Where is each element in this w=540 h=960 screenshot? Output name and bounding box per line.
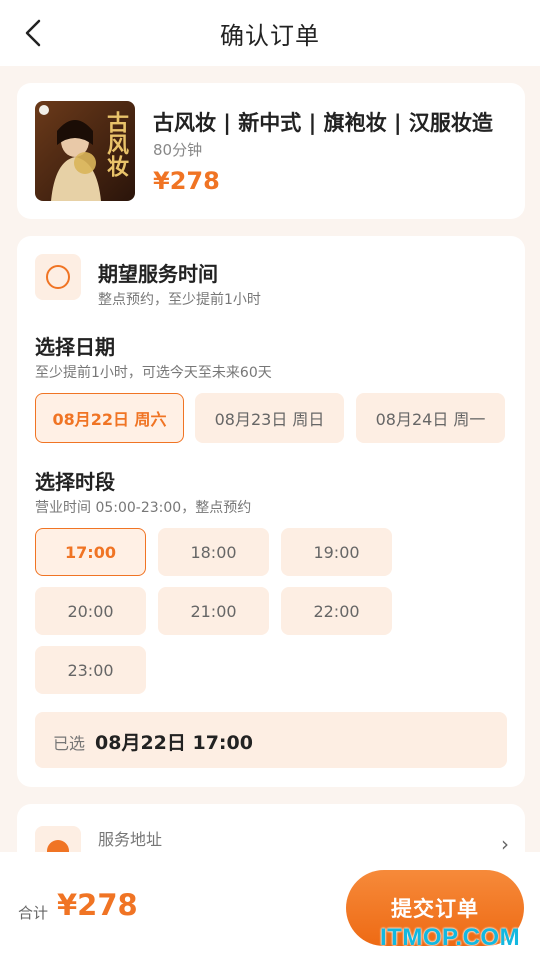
product-duration: 80分钟 <box>153 141 203 159</box>
time-slot-chip[interactable]: 20:00 <box>35 587 146 635</box>
time-slot-chip[interactable]: 19:00 <box>281 528 392 576</box>
product-thumbnail: 古风妆 <box>35 101 135 201</box>
total-amount: ¥278 <box>57 888 138 922</box>
selected-prefix: 已选 <box>53 734 86 753</box>
time-slot-chip[interactable]: 23:00 <box>35 646 146 694</box>
date-chip[interactable]: 08月24日 周一 <box>356 393 505 443</box>
date-chip[interactable]: 08月22日 周六 <box>35 393 184 443</box>
selected-value: 08月22日 17:00 <box>95 732 253 754</box>
slot-label: 选择时段 <box>35 470 115 494</box>
clock-ring-icon <box>35 254 81 300</box>
product-name: 古风妆 | 新中式 | 旗袍妆 | 汉服妆造 <box>153 111 493 135</box>
address-label: 服务地址 <box>98 830 163 849</box>
chevron-left-icon <box>25 19 41 47</box>
section-subtitle: 整点预约，至少提前1小时 <box>98 292 261 308</box>
time-slot-chip[interactable]: 21:00 <box>158 587 269 635</box>
slot-hint: 营业时间 05:00-23:00，整点预约 <box>35 500 252 516</box>
time-slot-chip[interactable]: 17:00 <box>35 528 146 576</box>
selected-time-summary: 已选 08月22日 17:00 <box>35 712 507 768</box>
top-bar: 确认订单 <box>0 0 540 66</box>
service-time-card: 期望服务时间 整点预约，至少提前1小时 选择日期 至少提前1小时，可选今天至未来… <box>17 236 525 787</box>
thumbnail-calligraphy: 古风妆 <box>103 111 129 177</box>
time-slot-chip[interactable]: 18:00 <box>158 528 269 576</box>
section-title: 期望服务时间 <box>98 262 218 286</box>
date-chip[interactable]: 08月23日 周日 <box>195 393 344 443</box>
back-button[interactable] <box>18 18 48 48</box>
page-title: 确认订单 <box>220 21 320 50</box>
total-label: 合计 <box>18 904 49 922</box>
product-card[interactable]: 古风妆 古风妆 | 新中式 | 旗袍妆 | 汉服妆造 80分钟 ¥278 <box>17 83 525 219</box>
time-slot-chip[interactable]: 22:00 <box>281 587 392 635</box>
product-price: ¥278 <box>153 167 220 195</box>
date-hint: 至少提前1小时，可选今天至未来60天 <box>35 365 272 381</box>
watermark: ITMOP.COM <box>380 924 521 951</box>
date-label: 选择日期 <box>35 335 115 359</box>
